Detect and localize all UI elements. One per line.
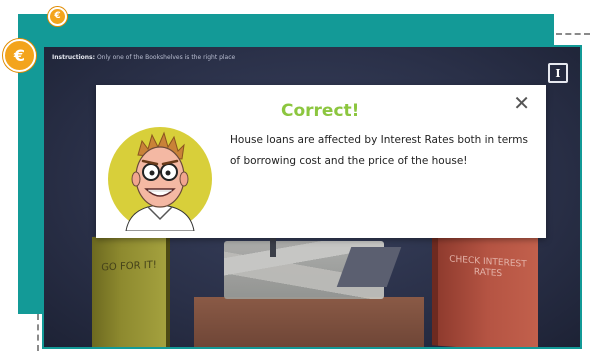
office-scene: GO FOR IT! CHECK INTEREST RATES [44,217,580,347]
modal-title: Correct! [281,101,360,121]
modal-message: House loans are affected by Interest Rat… [230,134,528,167]
check-interest-rates-book[interactable]: CHECK INTEREST RATES [432,229,538,347]
desk [194,297,424,347]
instructions-text: Only one of the Bookshelves is the right… [96,54,236,61]
instructions: Instructions: Only one of the Bookshelve… [52,54,235,61]
go-for-it-book[interactable]: GO FOR IT! [92,232,170,347]
info-button[interactable]: I [548,63,568,83]
dashed-connector-vertical [37,314,39,351]
feedback-dialog: ✕ Correct! House loans are affected by I… [96,85,546,238]
euro-coin-icon: € [48,7,67,26]
dashed-connector-horizontal [556,33,590,35]
instructions-label: Instructions: [52,54,96,61]
close-icon[interactable]: ✕ [513,93,530,113]
character-avatar [108,127,212,231]
euro-coin-badge-icon[interactable]: € [3,39,36,72]
